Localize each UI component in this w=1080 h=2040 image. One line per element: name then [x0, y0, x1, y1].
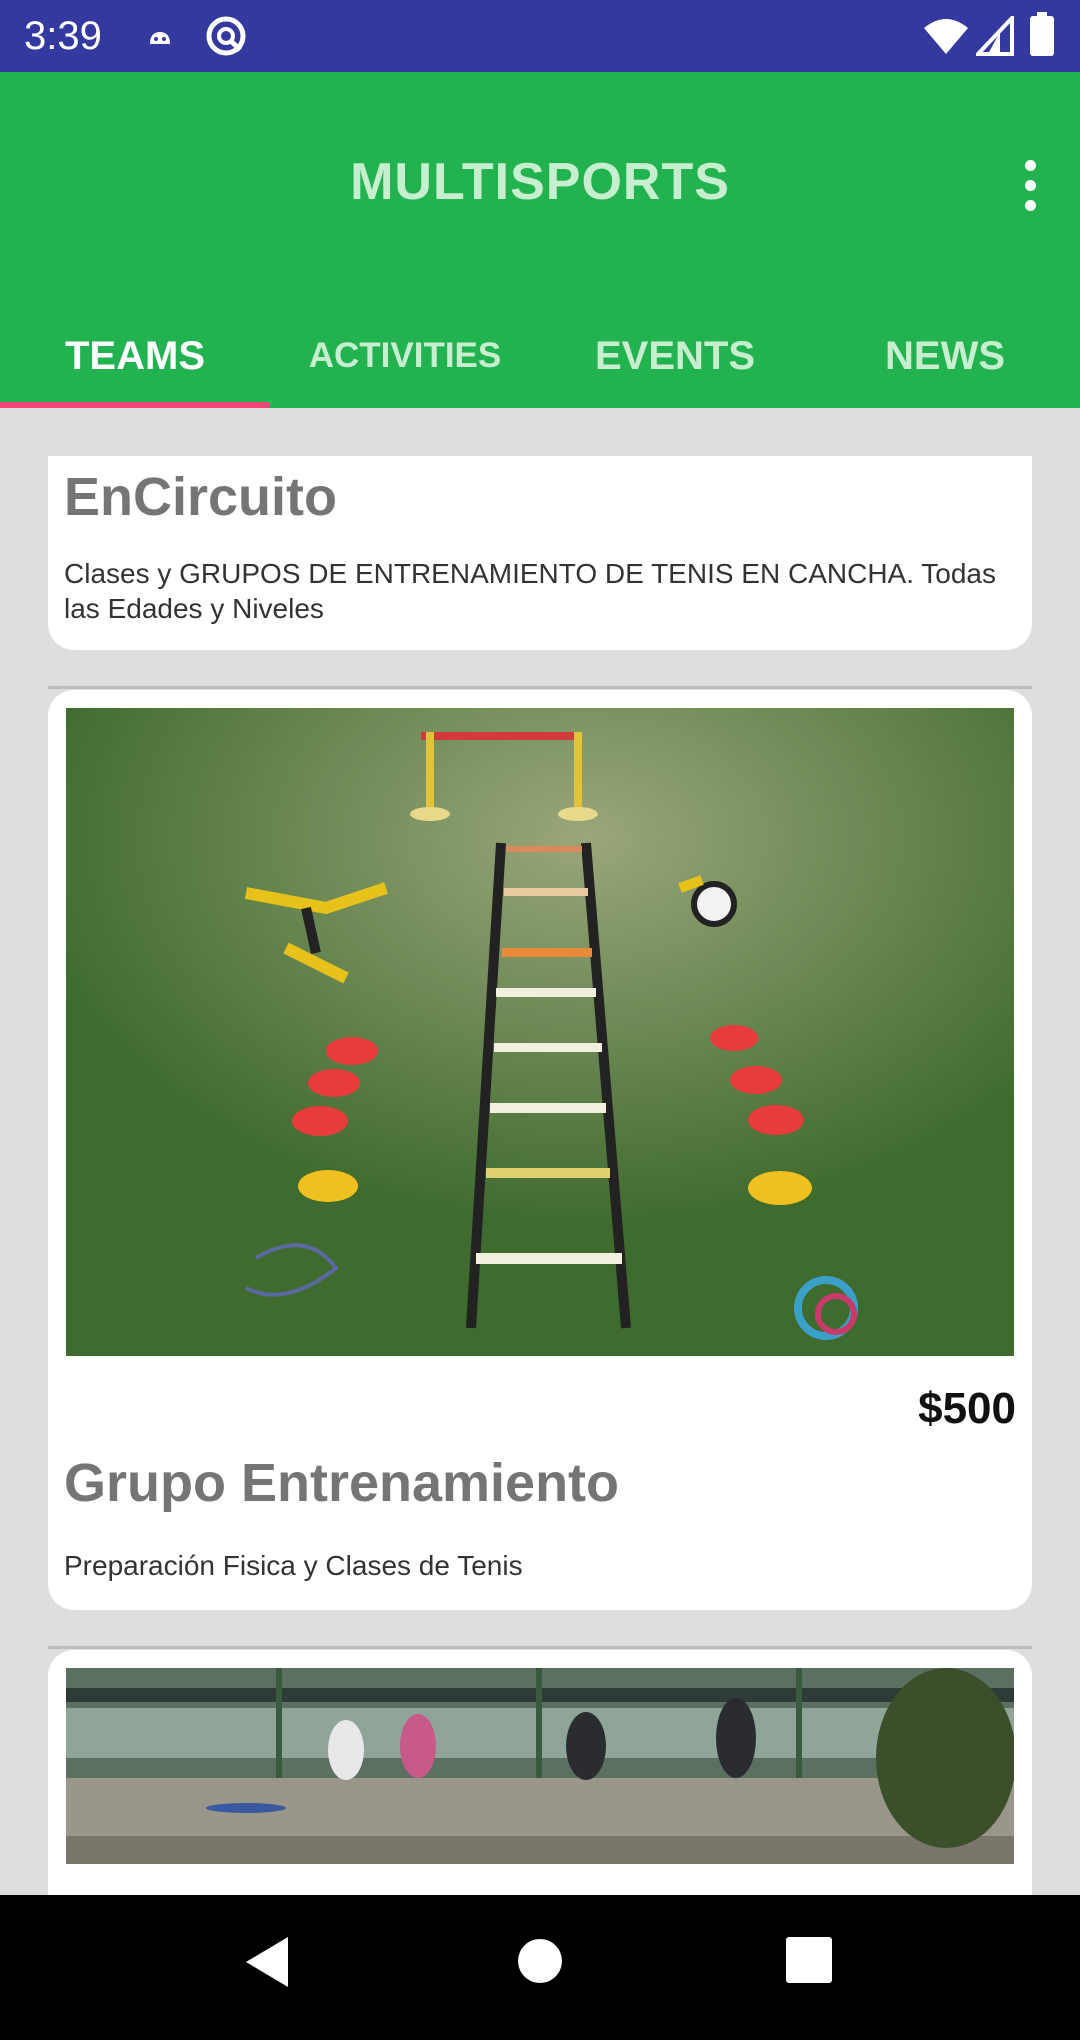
- app-bar: MULTISPORTS TEAMS ACTIVITIES EVENTS NEWS: [0, 72, 1080, 408]
- recents-icon[interactable]: [786, 1937, 832, 1983]
- team-description: Clases y GRUPOS DE ENTRENAMIENTO DE TENI…: [64, 558, 996, 624]
- tab-activities[interactable]: ACTIVITIES: [270, 304, 540, 408]
- team-description: Preparación Fisica y Clases de Tenis: [64, 1550, 523, 1581]
- team-card[interactable]: [48, 1650, 1032, 1895]
- tab-news[interactable]: NEWS: [810, 304, 1080, 408]
- android-debug-icon: [150, 32, 170, 44]
- tab-label: NEWS: [885, 333, 1005, 378]
- more-vert-icon[interactable]: [1010, 156, 1050, 216]
- team-title: EnCircuito: [64, 467, 338, 527]
- team-card[interactable]: $500 Grupo Entrenamiento Preparación Fis…: [48, 690, 1032, 1610]
- battery-icon: [1030, 12, 1054, 56]
- list-divider: [48, 1646, 1032, 1649]
- status-bar: 3:39: [0, 0, 1080, 72]
- tennis-court-group-photo: [66, 1668, 1014, 1864]
- back-icon[interactable]: [242, 1933, 292, 1991]
- navigation-bar: [0, 1895, 1080, 2040]
- status-time: 3:39: [24, 14, 102, 58]
- team-list[interactable]: EnCircuito Clases y GRUPOS DE ENTRENAMIE…: [0, 408, 1080, 1895]
- home-icon[interactable]: [516, 1937, 564, 1985]
- list-divider: [48, 686, 1032, 689]
- team-card[interactable]: EnCircuito Clases y GRUPOS DE ENTRENAMIE…: [48, 456, 1032, 650]
- team-title: Grupo Entrenamiento: [64, 1453, 620, 1513]
- tab-label: EVENTS: [594, 333, 756, 378]
- sync-icon: [206, 16, 246, 56]
- training-equipment-photo: [66, 708, 1014, 1356]
- team-price: $500: [918, 1384, 1016, 1433]
- app-title: MULTISPORTS: [350, 153, 730, 211]
- tab-bar: TEAMS ACTIVITIES EVENTS NEWS: [0, 304, 1080, 408]
- tab-teams[interactable]: TEAMS: [0, 304, 270, 408]
- cell-signal-icon: [976, 16, 1014, 56]
- tab-label: TEAMS: [65, 333, 205, 378]
- tab-label: ACTIVITIES: [308, 336, 502, 375]
- tab-events[interactable]: EVENTS: [540, 304, 810, 408]
- wifi-icon: [924, 19, 968, 54]
